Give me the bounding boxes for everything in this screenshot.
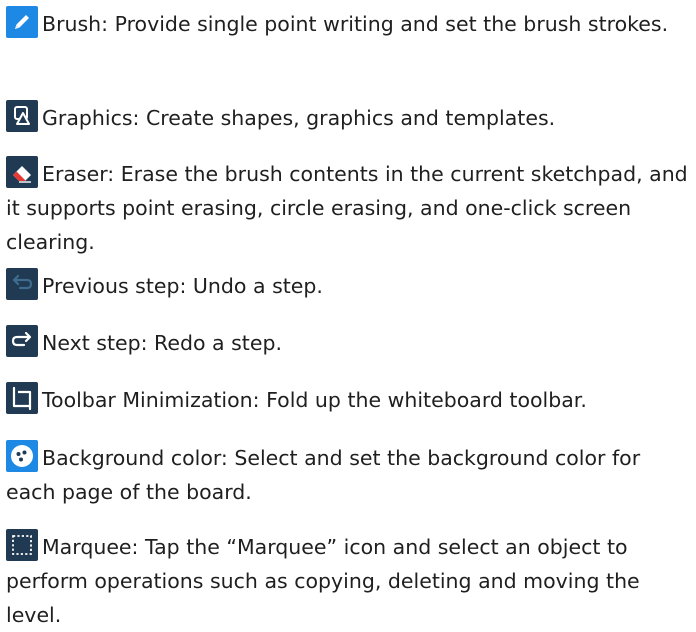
list-item-graphics: Graphics: Create shapes, graphics and te… [6, 100, 692, 135]
brush-pencil-icon [6, 6, 38, 38]
list-item-brush: Brush: Provide single point writing and … [6, 6, 692, 41]
brush-description: Brush: Provide single point writing and … [42, 12, 669, 36]
background-color-description: Background color: Select and set the bac… [6, 446, 641, 504]
eraser-description: Eraser: Erase the brush contents in the … [6, 162, 688, 254]
undo-arrow-icon [6, 268, 38, 300]
list-item-next-step: Next step: Redo a step. [6, 325, 692, 360]
eraser-icon [6, 156, 38, 188]
feature-list: Brush: Provide single point writing and … [0, 0, 696, 627]
redo-arrow-icon [6, 325, 38, 357]
graphics-description: Graphics: Create shapes, graphics and te… [42, 106, 556, 130]
toolbar-minimization-description: Toolbar Minimization: Fold up the whiteb… [42, 388, 587, 412]
list-item-eraser: Eraser: Erase the brush contents in the … [6, 156, 692, 259]
graphics-shapes-icon [6, 100, 38, 132]
minimize-toolbar-icon [6, 382, 38, 414]
list-item-previous-step: Previous step: Undo a step. [6, 268, 692, 303]
next-step-description: Next step: Redo a step. [42, 331, 282, 355]
palette-icon [6, 440, 38, 472]
marquee-description: Marquee: Tap the “Marquee” icon and sele… [6, 535, 640, 627]
list-item-marquee: Marquee: Tap the “Marquee” icon and sele… [6, 529, 692, 632]
marquee-selection-icon [6, 529, 38, 561]
list-item-toolbar-minimization: Toolbar Minimization: Fold up the whiteb… [6, 382, 692, 417]
list-item-background-color: Background color: Select and set the bac… [6, 440, 692, 509]
previous-step-description: Previous step: Undo a step. [42, 274, 323, 298]
